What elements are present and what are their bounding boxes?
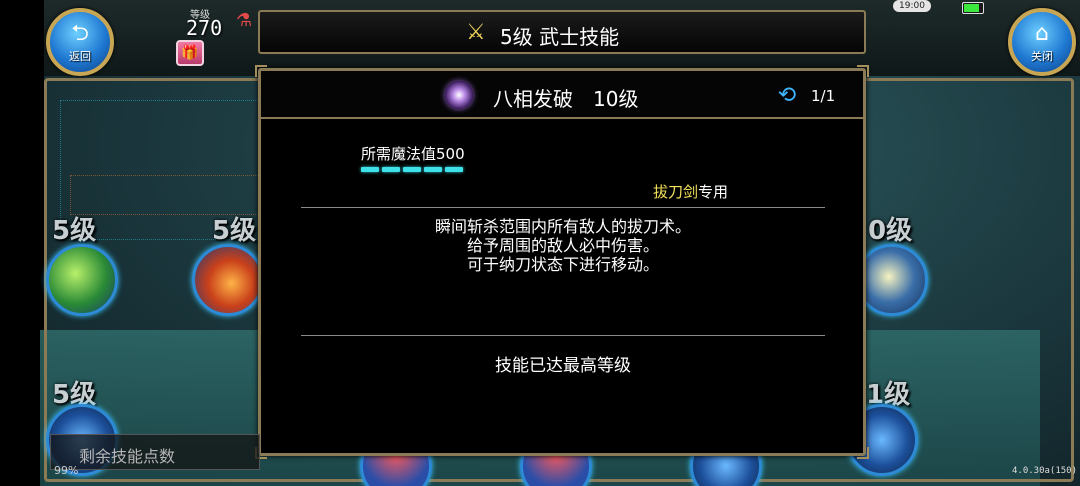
version-label: 4.0.30a(150)	[1012, 466, 1078, 476]
mp-cost-label: 所需魔法值500	[361, 145, 465, 163]
close-label: 关闭	[1031, 50, 1053, 63]
potion-icon: ⚗	[236, 10, 253, 31]
frame-corner	[857, 447, 869, 459]
description-line: 瞬间斩杀范围内所有敌人的拔刀术。	[434, 217, 691, 236]
skill-level-label: 0级	[868, 216, 913, 246]
status-clock: 19:00	[893, 0, 931, 12]
player-level-value: 270	[186, 16, 223, 40]
skill-level-label: 5级	[52, 216, 97, 246]
description-line: 给予周围的敌人必中伤害。	[466, 236, 659, 255]
home-icon: ⌂	[1035, 21, 1049, 46]
description-line: 可于纳刀状态下进行移动。	[466, 255, 659, 274]
skill-level-label: 5级	[212, 216, 257, 246]
mp-bar-segment	[445, 167, 463, 172]
skill-detail-dialog: 八相发破 10级 ⟲ 1/1 所需魔法值500 拔刀剑专用 瞬间斩杀范围内所有敌…	[255, 65, 869, 459]
mp-bar-segment	[403, 167, 421, 172]
max-level-notice: 技能已达最高等级	[495, 356, 631, 376]
page-title: 5级 武士技能	[500, 25, 620, 49]
mp-bar-segment	[424, 167, 442, 172]
weapon-restriction: 拔刀剑专用	[653, 181, 728, 202]
weapon-type: 拔刀剑	[653, 183, 699, 201]
skill-tree-connector	[70, 175, 260, 215]
mp-cost-bar	[361, 167, 463, 173]
refresh-icon[interactable]: ⟲	[773, 83, 801, 109]
remaining-points-label: 剩余技能点数	[79, 447, 176, 466]
close-button[interactable]: ⌂ 关闭	[1008, 8, 1076, 76]
back-button[interactable]: ⮌ 返回	[46, 8, 114, 76]
mp-bar-segment	[382, 167, 400, 172]
skill-icon	[445, 81, 473, 109]
divider	[301, 335, 825, 336]
crossed-swords-icon: ⚔	[466, 20, 486, 45]
skill-node-icon[interactable]	[46, 244, 118, 316]
weapon-suffix: 专用	[698, 183, 729, 201]
title-banner: ⚔ 5级 武士技能	[258, 10, 866, 54]
skill-node-icon[interactable]	[192, 244, 264, 316]
divider	[301, 207, 825, 208]
mp-bar-segment	[361, 167, 379, 172]
page-indicator: 1/1	[811, 87, 836, 105]
skill-level: 10级	[593, 87, 639, 111]
skill-name: 八相发破	[493, 87, 573, 111]
progress-percent: 99%	[54, 464, 79, 477]
battery-icon	[962, 2, 984, 14]
back-arrow-icon: ⮌	[71, 21, 89, 46]
gift-icon[interactable]: 🎁	[176, 40, 204, 66]
back-label: 返回	[69, 50, 91, 63]
skill-description: 瞬间斩杀范围内所有敌人的拔刀术。 给予周围的敌人必中伤害。 可于纳刀状态下进行移…	[301, 217, 825, 274]
skill-node-icon[interactable]	[856, 244, 928, 316]
screen-edge	[0, 0, 44, 486]
remaining-points-panel: 剩余技能点数	[50, 434, 260, 470]
dialog-header: 八相发破 10级 ⟲ 1/1	[261, 71, 863, 119]
